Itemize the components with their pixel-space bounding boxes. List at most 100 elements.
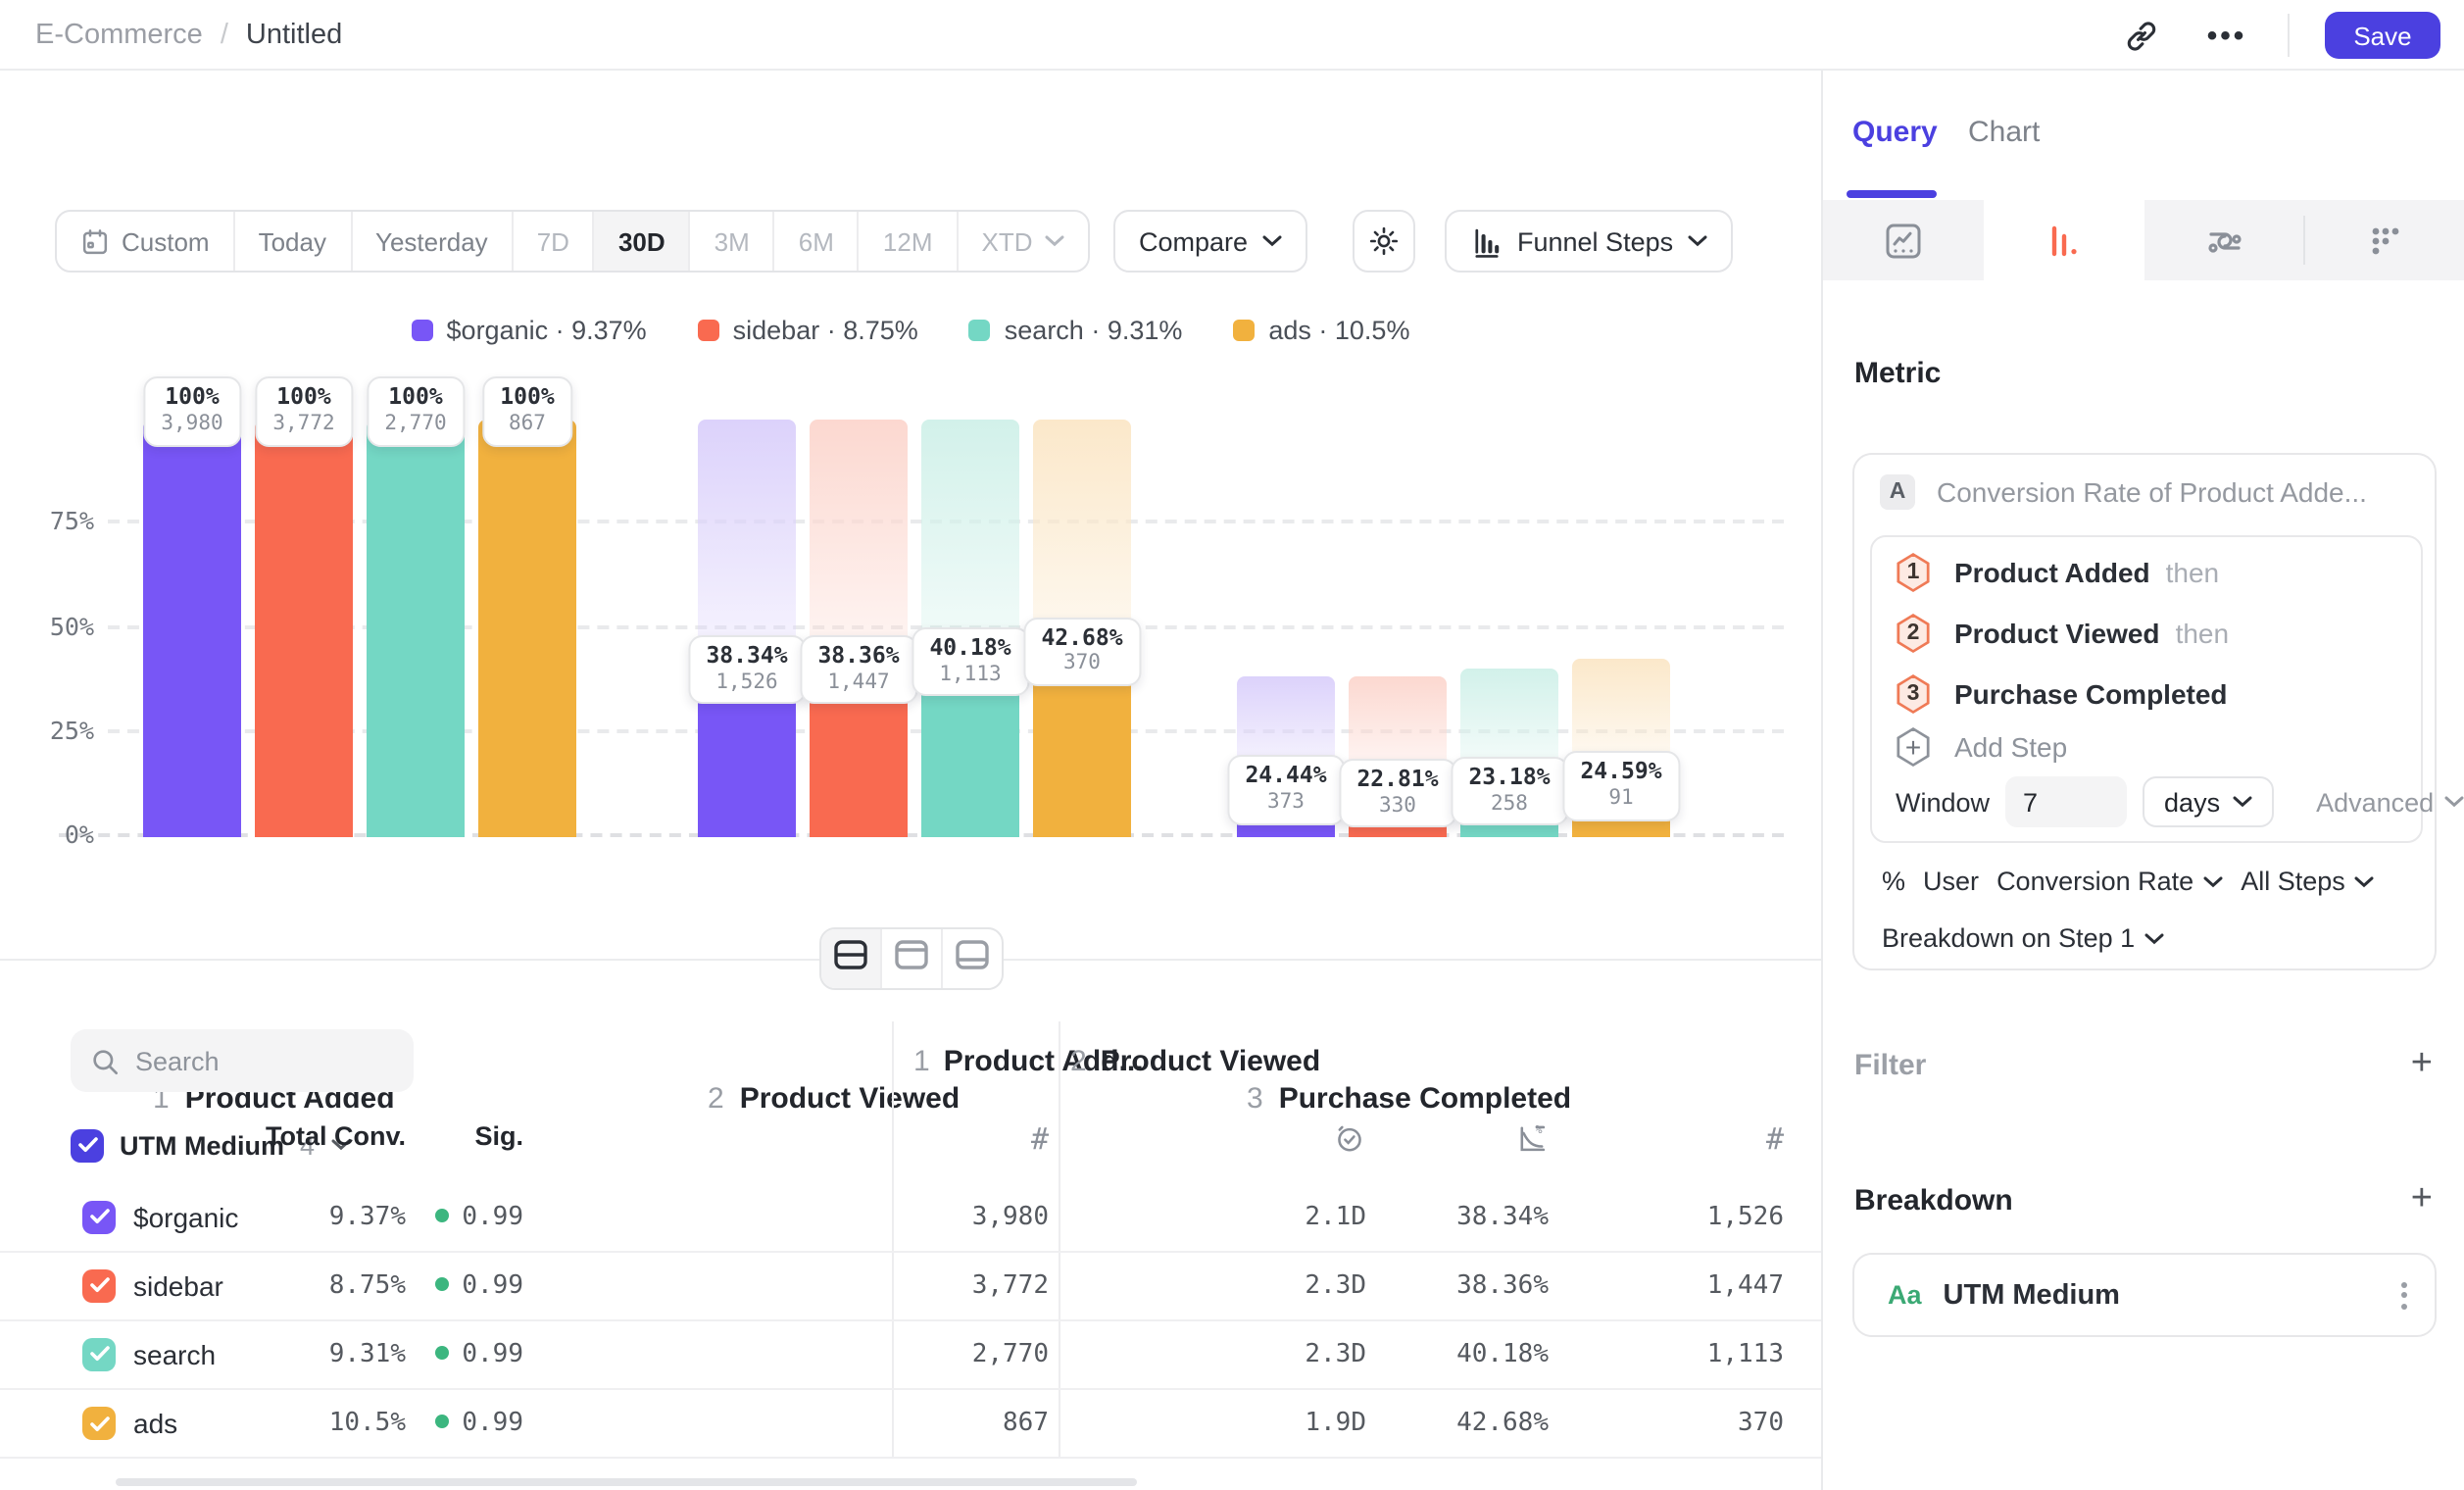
row-checkbox[interactable] bbox=[82, 1200, 116, 1233]
sig-dot bbox=[434, 1415, 448, 1428]
range-today[interactable]: Today bbox=[235, 212, 352, 271]
bar-step2-search[interactable]: 40.18%1,113 bbox=[921, 420, 1019, 837]
sig-header[interactable]: Sig. bbox=[474, 1121, 523, 1168]
metric-title: Conversion Rate of Product Adde... bbox=[1937, 476, 2367, 508]
breakdown-options-icon[interactable] bbox=[2401, 1281, 2407, 1309]
bar-step2-ads[interactable]: 42.68%370 bbox=[1033, 420, 1131, 837]
range-custom[interactable]: Custom bbox=[57, 212, 235, 271]
search-input[interactable] bbox=[135, 1046, 370, 1075]
bar-step1-ads[interactable]: 100%867 bbox=[478, 420, 576, 837]
step2-avg-time: 2.1D bbox=[1305, 1202, 1366, 1231]
row-checkbox[interactable] bbox=[82, 1268, 116, 1302]
bar-step1-organic[interactable]: 100%3,980 bbox=[143, 420, 241, 837]
range-30d[interactable]: 30D bbox=[595, 212, 691, 271]
sig-value: 0.99 bbox=[434, 1270, 523, 1300]
window-value-input[interactable] bbox=[2005, 776, 2127, 827]
table-row-ads[interactable]: ads10.5%0.998671.9D42.68%370 bbox=[0, 1390, 1821, 1459]
breakdown-item-card[interactable]: Aa UTM Medium bbox=[1852, 1253, 2437, 1337]
active-tab-underline bbox=[1847, 190, 1937, 198]
settings-gear-button[interactable] bbox=[1353, 210, 1415, 273]
chart-type-funnel[interactable] bbox=[1984, 200, 2144, 280]
legend-item-sidebar[interactable]: sidebar · 8.75% bbox=[698, 316, 918, 345]
range-yesterday[interactable]: Yesterday bbox=[352, 212, 514, 271]
chart-type-retention[interactable] bbox=[2305, 200, 2464, 280]
row-checkbox[interactable] bbox=[82, 1338, 116, 1371]
sig-value: 0.99 bbox=[434, 1202, 523, 1231]
table-group-header-step2[interactable]: 2 Product Viewed bbox=[1070, 1045, 1320, 1078]
bar-step3-ads[interactable]: 24.59%91 bbox=[1572, 420, 1670, 837]
bar-step3-search[interactable]: 23.18%258 bbox=[1460, 420, 1558, 837]
add-step-icon: + bbox=[1896, 727, 1931, 767]
select-all-checkbox[interactable] bbox=[71, 1128, 104, 1162]
bar-step3-sidebar[interactable]: 22.81%330 bbox=[1349, 420, 1447, 837]
table-row-organic[interactable]: $organic9.37%0.993,9802.1D38.34%1,526 bbox=[0, 1183, 1821, 1252]
breakdown-on-dropdown[interactable]: Breakdown on Step 1 bbox=[1882, 923, 2164, 953]
chart-type-insights[interactable] bbox=[1823, 200, 1984, 280]
range-xtd[interactable]: XTD bbox=[959, 212, 1088, 271]
chart-view-selector[interactable]: Funnel Steps bbox=[1445, 210, 1732, 273]
range-7d[interactable]: 7D bbox=[514, 212, 595, 271]
bar-step1-sidebar[interactable]: 100%3,772 bbox=[255, 420, 353, 837]
table-search[interactable] bbox=[71, 1029, 414, 1092]
legend-item-ads[interactable]: ads · 10.5% bbox=[1233, 316, 1409, 345]
row-checkbox[interactable] bbox=[82, 1407, 116, 1440]
query-step-1[interactable]: 1Product Addedthen bbox=[1896, 553, 2219, 592]
total-conv-value: 9.31% bbox=[329, 1340, 406, 1369]
conv-rate-icon[interactable]: % bbox=[1515, 1121, 1549, 1168]
table-row-search[interactable]: search9.31%0.992,7702.3D40.18%1,113 bbox=[0, 1321, 1821, 1390]
tab-query[interactable]: Query bbox=[1852, 71, 1938, 192]
table-row-sidebar[interactable]: sidebar8.75%0.993,7722.3D38.36%1,447 bbox=[0, 1252, 1821, 1320]
steps-scope-dropdown[interactable]: All Steps bbox=[2241, 867, 2375, 896]
add-step-row[interactable]: + Add Step bbox=[1896, 727, 2067, 767]
entity-label[interactable]: User bbox=[1923, 867, 1979, 896]
horizontal-scrollbar[interactable] bbox=[116, 1478, 1137, 1486]
range-6m[interactable]: 6M bbox=[775, 212, 860, 271]
add-breakdown-button[interactable]: + bbox=[2411, 1180, 2433, 1217]
total-conv-header[interactable]: Total Conv. bbox=[266, 1121, 406, 1168]
bar-step2-sidebar[interactable]: 38.36%1,447 bbox=[810, 420, 908, 837]
range-3m[interactable]: 3M bbox=[691, 212, 775, 271]
step2-count: 370 bbox=[1738, 1409, 1784, 1438]
header-divider bbox=[2288, 14, 2290, 57]
count-icon-step1[interactable]: # bbox=[1031, 1121, 1049, 1168]
metric-title-row[interactable]: A Conversion Rate of Product Adde... bbox=[1880, 474, 2367, 510]
advanced-dropdown[interactable]: Advanced bbox=[2316, 787, 2463, 817]
sig-value: 0.99 bbox=[434, 1340, 523, 1369]
bar-step3-organic[interactable]: 24.44%373 bbox=[1237, 420, 1335, 837]
step-then-label: then bbox=[2166, 557, 2220, 588]
count-icon-step2[interactable]: # bbox=[1766, 1121, 1784, 1168]
bar-step2-organic[interactable]: 38.34%1,526 bbox=[698, 420, 796, 837]
share-link-icon[interactable] bbox=[2115, 10, 2166, 61]
query-step-3[interactable]: 3Purchase Completed bbox=[1896, 674, 2228, 714]
query-step-2[interactable]: 2Product Viewedthen bbox=[1896, 614, 2229, 653]
chart-only-view-button[interactable] bbox=[882, 929, 943, 988]
avg-time-icon[interactable] bbox=[1333, 1121, 1366, 1168]
table-only-view-button[interactable] bbox=[943, 929, 1002, 988]
range-12m[interactable]: 12M bbox=[860, 212, 959, 271]
breakdown-header-label: UTM Medium bbox=[120, 1130, 284, 1160]
tab-chart[interactable]: Chart bbox=[1968, 71, 2040, 192]
save-button[interactable]: Save bbox=[2325, 12, 2440, 59]
bar-value-label: 38.36%1,447 bbox=[800, 634, 916, 704]
metric-type-dropdown[interactable]: Conversion Rate bbox=[1996, 867, 2223, 896]
split-view-icon bbox=[833, 938, 868, 979]
breadcrumb-parent[interactable]: E-Commerce bbox=[35, 20, 203, 51]
more-menu-icon[interactable]: ••• bbox=[2201, 10, 2252, 61]
window-unit-select[interactable]: days bbox=[2143, 776, 2273, 827]
step2-avg-time: 2.3D bbox=[1305, 1340, 1366, 1369]
chart-view-label: Funnel Steps bbox=[1517, 226, 1673, 256]
step2-conv-rate: 40.18% bbox=[1456, 1340, 1549, 1369]
bar-value-label: 24.44%373 bbox=[1227, 756, 1344, 825]
legend-item-organic[interactable]: $organic · 9.37% bbox=[412, 316, 647, 345]
top-header: E-Commerce / Untitled ••• Save bbox=[0, 0, 2464, 71]
compare-button[interactable]: Compare bbox=[1113, 210, 1306, 273]
bar-step1-search[interactable]: 100%2,770 bbox=[367, 420, 465, 837]
breadcrumb-current[interactable]: Untitled bbox=[246, 20, 342, 51]
step-event-name: Product Added bbox=[1954, 557, 2150, 588]
flows-icon bbox=[2203, 219, 2246, 262]
breadcrumb-separator: / bbox=[221, 20, 228, 51]
add-filter-button[interactable]: + bbox=[2411, 1045, 2433, 1082]
chart-type-flows[interactable] bbox=[2144, 200, 2305, 280]
split-view-button[interactable] bbox=[821, 929, 882, 988]
legend-item-search[interactable]: search · 9.31% bbox=[969, 316, 1183, 345]
